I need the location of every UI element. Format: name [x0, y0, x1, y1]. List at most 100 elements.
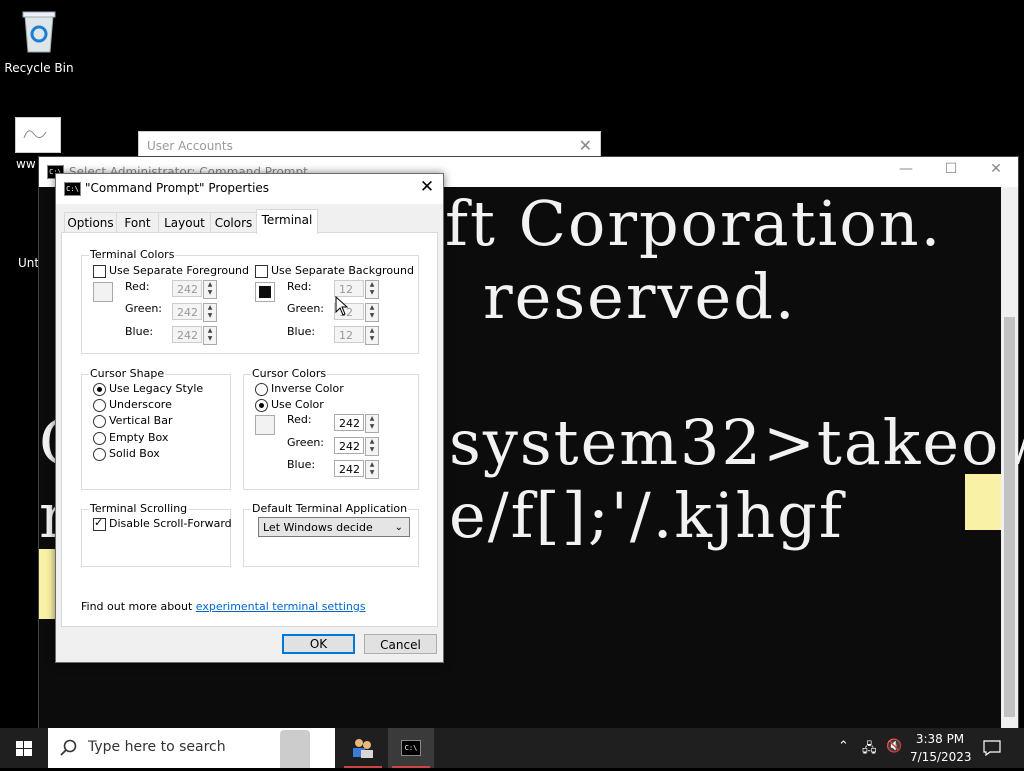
checkbox-label[interactable]: Disable Scroll-Forward: [109, 517, 232, 530]
radio-label[interactable]: Use Legacy Style: [109, 382, 203, 395]
scrollbar-thumb[interactable]: [1004, 317, 1015, 717]
spin-up-icon[interactable]: ▲: [204, 304, 216, 312]
radio-underscore[interactable]: [93, 399, 106, 412]
radio-vertical-bar[interactable]: [93, 415, 106, 428]
red-label: Red:: [125, 280, 150, 293]
tab-colors[interactable]: Colors: [210, 212, 257, 233]
radio-label[interactable]: Inverse Color: [271, 382, 344, 395]
taskbar-app-command-prompt[interactable]: C:\: [388, 728, 434, 768]
notification-icon[interactable]: [983, 740, 1001, 756]
spin-up-icon[interactable]: ▲: [366, 304, 378, 312]
spin-up-icon[interactable]: ▲: [366, 461, 378, 469]
taskbar-app-user-accounts[interactable]: [340, 728, 386, 768]
spin-up-icon[interactable]: ▲: [366, 415, 378, 423]
green-label: Green:: [287, 436, 325, 449]
radio-label[interactable]: Underscore: [109, 398, 172, 411]
blue-label: Blue:: [287, 325, 316, 338]
spin-down-icon[interactable]: ▼: [204, 335, 216, 343]
search-icon: [60, 739, 77, 756]
radio-label[interactable]: Vertical Bar: [109, 414, 172, 427]
close-icon[interactable]: ✕: [417, 177, 437, 197]
blue-label: Blue:: [287, 458, 316, 471]
tab-options[interactable]: Options: [64, 212, 117, 233]
properties-dialog[interactable]: C:\ "Command Prompt" Properties ✕ Option…: [55, 173, 444, 663]
radio-label[interactable]: Solid Box: [109, 447, 160, 460]
foreground-green-stepper[interactable]: 242 ▲ ▼: [172, 303, 217, 322]
separate-background-checkbox[interactable]: [255, 265, 268, 278]
radio-label[interactable]: Empty Box: [109, 431, 168, 444]
spin-down-icon[interactable]: ▼: [204, 312, 216, 320]
separate-foreground-checkbox[interactable]: [93, 265, 106, 278]
spin-down-icon[interactable]: ▼: [366, 289, 378, 297]
radio-use-color[interactable]: [255, 399, 268, 412]
terminal-scrolling-group: Terminal Scrolling Disable Scroll-Forwar…: [81, 502, 232, 567]
spin-down-icon[interactable]: ▼: [204, 289, 216, 297]
terminal-tab-panel: Terminal Colors Use Separate Foreground …: [61, 232, 438, 627]
clock-date[interactable]: 7/15/2023: [910, 750, 972, 764]
network-icon[interactable]: 🖧: [862, 739, 877, 761]
volume-muted-icon[interactable]: 🔇: [886, 739, 902, 754]
document-thumbnail-icon: [15, 117, 61, 153]
cursor-red-stepper[interactable]: 242 ▲ ▼: [334, 414, 379, 433]
tab-font[interactable]: Font: [116, 212, 159, 233]
green-label: Green:: [125, 302, 163, 315]
checkbox-label[interactable]: Use Separate Background: [271, 264, 414, 277]
spin-up-icon[interactable]: ▲: [204, 327, 216, 335]
background-blue-stepper[interactable]: 12 ▲ ▼: [334, 326, 379, 345]
chevron-up-icon[interactable]: ⌃: [838, 739, 849, 754]
window-title: User Accounts: [147, 139, 233, 153]
experimental-settings-link[interactable]: experimental terminal settings: [196, 600, 366, 613]
default-terminal-select[interactable]: Let Windows decide ⌄: [258, 517, 410, 537]
cursor-green-stepper[interactable]: 242 ▲ ▼: [334, 437, 379, 456]
clock-time[interactable]: 3:38 PM: [910, 732, 970, 746]
dialog-title-bar[interactable]: C:\ "Command Prompt" Properties ✕: [56, 174, 443, 204]
group-label: Terminal Colors: [89, 248, 176, 261]
checkbox-label[interactable]: Use Separate Foreground: [109, 264, 249, 277]
disable-scroll-forward-checkbox[interactable]: [93, 516, 106, 531]
cursor-shape-group: Cursor Shape Use Legacy Style Underscore…: [81, 367, 231, 490]
spin-up-icon[interactable]: ▲: [366, 327, 378, 335]
close-icon[interactable]: ✕: [981, 161, 1011, 177]
radio-inverse-color[interactable]: [255, 383, 268, 396]
blue-label: Blue:: [125, 325, 154, 338]
spin-up-icon[interactable]: ▲: [366, 438, 378, 446]
foreground-blue-stepper[interactable]: 242 ▲ ▼: [172, 326, 217, 345]
footer-text: Find out more about experimental termina…: [81, 600, 366, 613]
spin-down-icon[interactable]: ▼: [366, 446, 378, 454]
spin-up-icon[interactable]: ▲: [204, 281, 216, 289]
radio-use-legacy-style[interactable]: [93, 383, 106, 396]
desktop-icon-recycle-bin[interactable]: Recycle Bin: [1, 8, 77, 75]
radio-solid-box[interactable]: [93, 448, 106, 461]
spin-up-icon[interactable]: ▲: [366, 281, 378, 289]
users-icon: [353, 739, 373, 758]
radio-label[interactable]: Use Color: [271, 398, 324, 411]
cursor-blue-stepper[interactable]: 242 ▲ ▼: [334, 460, 379, 479]
background-color-swatch: [255, 282, 275, 302]
tab-layout[interactable]: Layout: [158, 212, 211, 233]
spin-down-icon[interactable]: ▼: [366, 469, 378, 477]
group-label: Default Terminal Application: [251, 502, 409, 515]
ok-button[interactable]: OK: [282, 634, 355, 654]
recycle-bin-icon: [22, 11, 56, 53]
foreground-red-stepper[interactable]: 242 ▲ ▼: [172, 280, 217, 299]
start-button[interactable]: [0, 728, 48, 768]
minimize-icon[interactable]: —: [891, 161, 921, 177]
chevron-down-icon: ⌄: [394, 522, 403, 533]
taskbar-search-box[interactable]: Type here to search: [48, 728, 335, 768]
desktop-icon-label: Recycle Bin: [4, 61, 74, 75]
cancel-button[interactable]: Cancel: [364, 634, 437, 654]
maximize-icon[interactable]: ☐: [936, 161, 966, 177]
spin-down-icon[interactable]: ▼: [366, 423, 378, 431]
spin-down-icon[interactable]: ▼: [366, 312, 378, 320]
scrollbar[interactable]: [1001, 187, 1018, 729]
close-icon[interactable]: ✕: [579, 136, 592, 155]
green-label: Green:: [287, 302, 325, 315]
group-label: Terminal Scrolling: [89, 502, 189, 515]
cmd-app-icon: C:\: [401, 740, 421, 756]
cursor-colors-group: Cursor Colors Inverse Color Use Color Re…: [243, 367, 419, 490]
radio-empty-box[interactable]: [93, 432, 106, 445]
spin-down-icon[interactable]: ▼: [366, 335, 378, 343]
group-label: Cursor Colors: [251, 367, 328, 380]
tab-terminal[interactable]: Terminal: [256, 209, 318, 234]
foreground-color-swatch: [93, 282, 113, 302]
